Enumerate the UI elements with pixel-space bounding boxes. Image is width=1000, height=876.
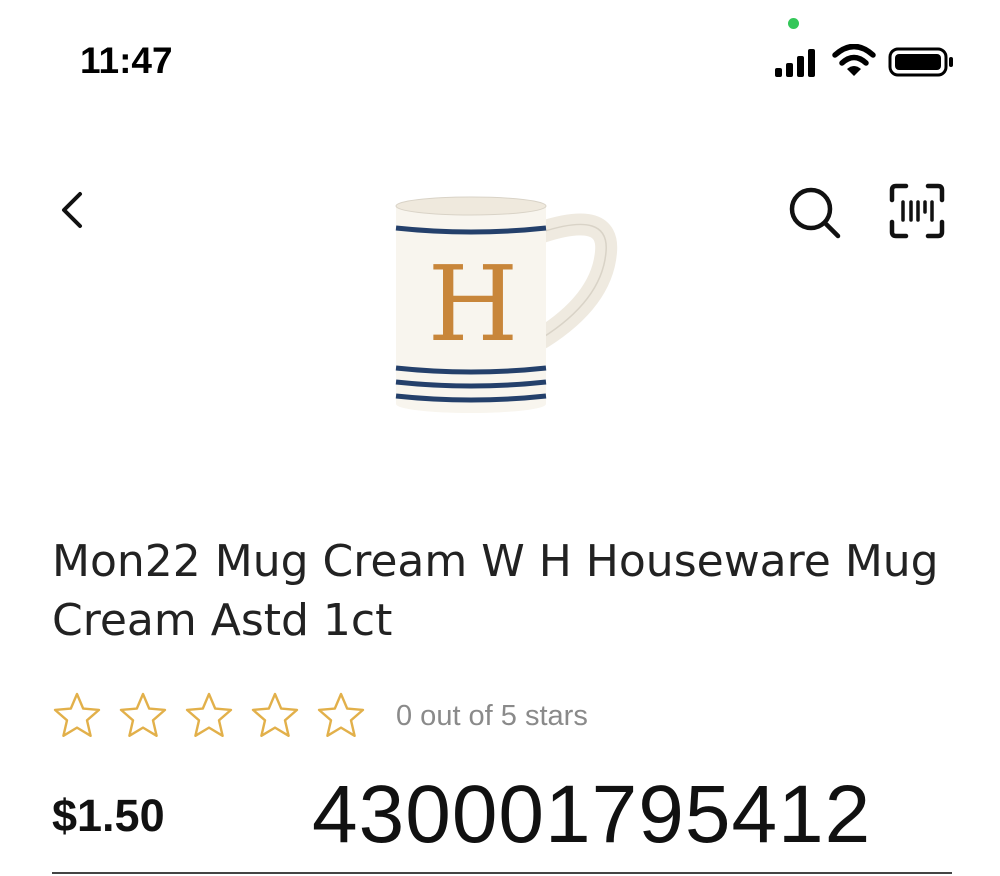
- rating-stars[interactable]: 0 out of 5 stars: [52, 688, 588, 744]
- star-icon[interactable]: [52, 691, 102, 741]
- status-time: 11:47: [80, 40, 173, 81]
- battery-icon: [888, 47, 953, 77]
- divider: [52, 872, 952, 874]
- star-icon[interactable]: [118, 691, 168, 741]
- rating-text: 0 out of 5 stars: [396, 699, 588, 732]
- product-upc: 430001795412: [312, 769, 872, 860]
- cellular-signal-icon: [775, 49, 815, 77]
- star-icon[interactable]: [316, 691, 366, 741]
- chevron-left-icon[interactable]: [52, 186, 92, 234]
- star-icon[interactable]: [184, 691, 234, 741]
- status-bar: 11:47: [0, 0, 1000, 110]
- mug-letter: H: [428, 243, 519, 365]
- search-icon[interactable]: [786, 184, 844, 242]
- mic-indicator-dot: [788, 18, 799, 29]
- star-icon[interactable]: [250, 691, 300, 741]
- barcode-scan-icon[interactable]: [888, 182, 946, 240]
- product-price: $1.50: [52, 790, 165, 841]
- product-title: Mon22 Mug Cream W H Houseware Mug Cream …: [52, 536, 939, 646]
- wifi-icon: [832, 44, 876, 76]
- mug-image: H: [395, 196, 618, 413]
